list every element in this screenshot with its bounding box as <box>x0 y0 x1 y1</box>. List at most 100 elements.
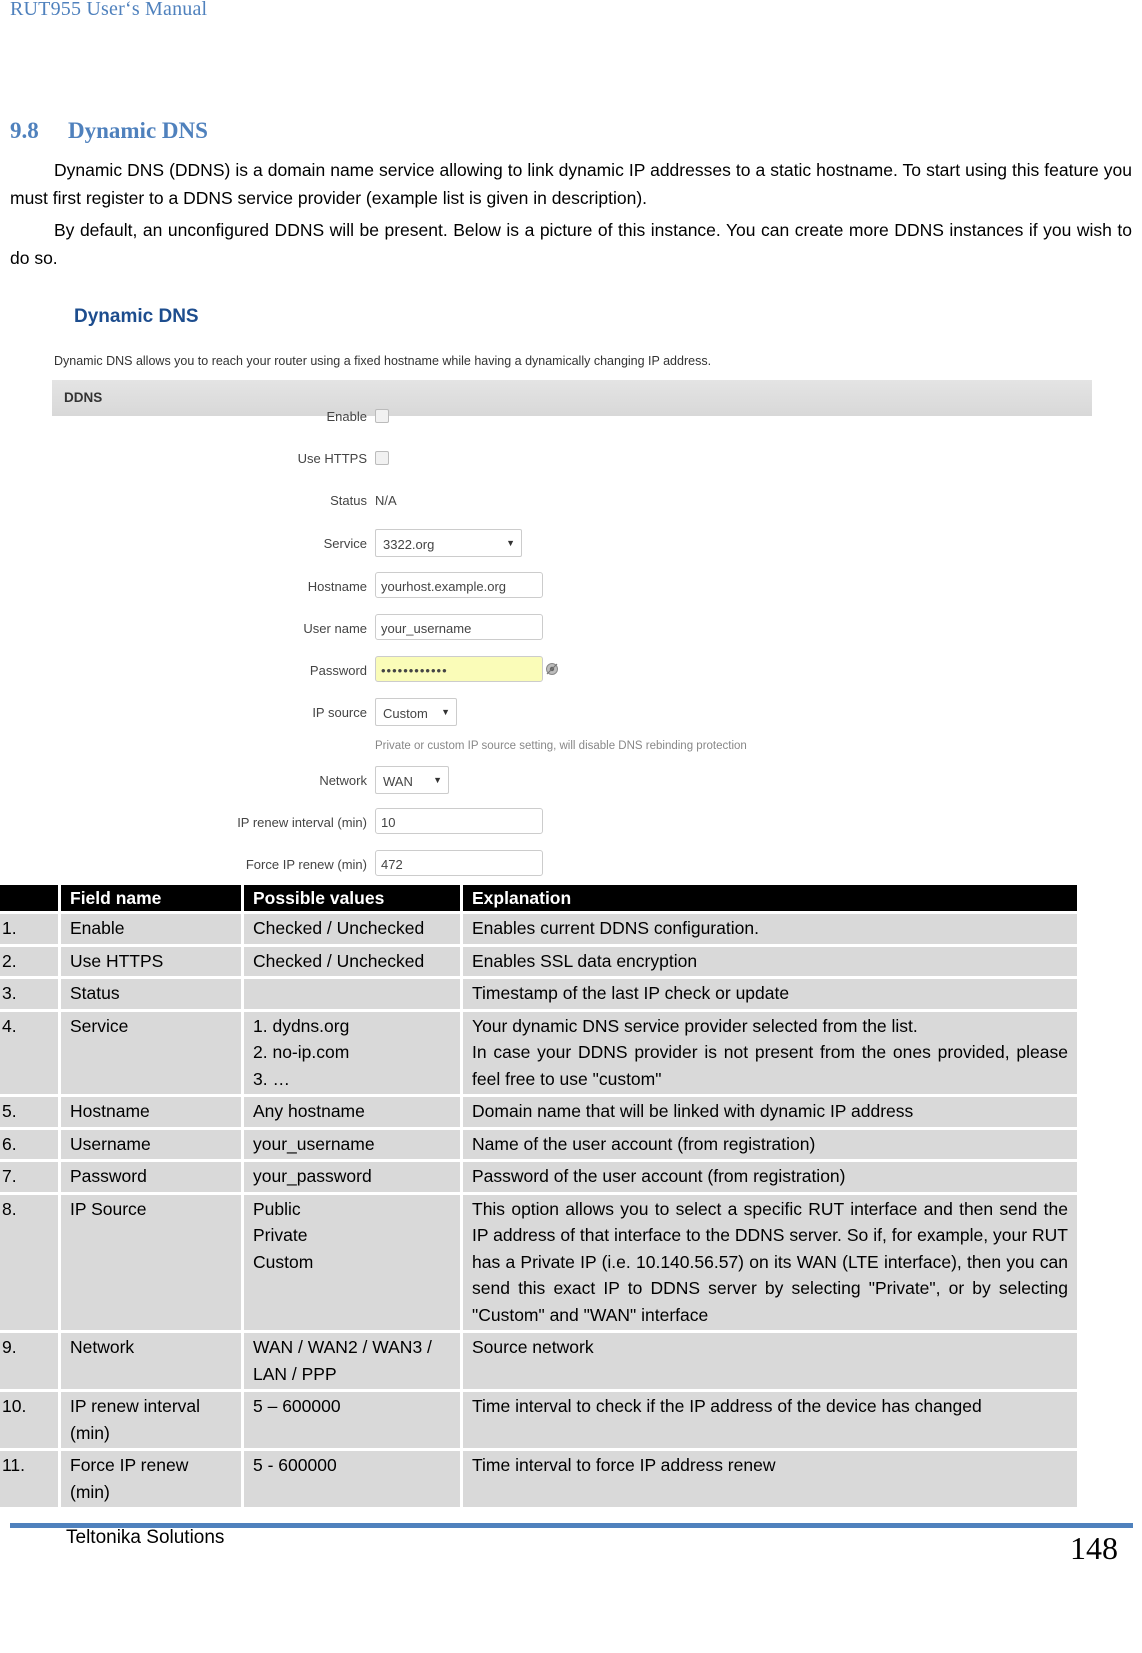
username-label: User name <box>303 621 367 636</box>
section-title: Dynamic DNS <box>68 118 208 143</box>
header-number <box>0 885 58 911</box>
hostname-row: Hostname yourhost.example.org <box>50 572 1095 602</box>
row-number: 4. <box>0 1011 58 1094</box>
header-explanation: Explanation <box>463 885 1077 911</box>
ddns-settings-screenshot: Dynamic DNS Dynamic DNS allows you to re… <box>50 292 1095 882</box>
header-possible-values: Possible values <box>244 885 460 911</box>
hostname-input[interactable]: yourhost.example.org <box>375 572 543 598</box>
row-field-name: Hostname <box>61 1097 241 1127</box>
username-input[interactable]: your_username <box>375 614 543 640</box>
hostname-label: Hostname <box>307 579 367 594</box>
enable-label: Enable <box>326 409 367 424</box>
table-row: 3. Status Timestamp of the last IP check o… <box>0 979 1077 1009</box>
force-ip-renew-label: Force IP renew (min) <box>245 857 367 872</box>
row-explanation: Your dynamic DNS service provider select… <box>463 1011 1077 1094</box>
status-label: Status <box>330 493 367 508</box>
table-row: 1. Enable Checked / Unchecked Enables curre… <box>0 914 1077 944</box>
footer-company: Teltonika Solutions <box>66 1527 225 1548</box>
intro-paragraph-text: Dynamic DNS (DDNS) is a domain name serv… <box>10 160 1132 208</box>
row-explanation: Time interval to force IP address renew <box>463 1451 1077 1507</box>
row-field-name: IP Source <box>61 1194 241 1330</box>
service-value: 3322.org <box>383 537 435 552</box>
password-label: Password <box>309 663 367 678</box>
service-label: Service <box>323 536 367 551</box>
row-number: 7. <box>0 1162 58 1192</box>
ip-source-row: IP source Custom ▼ <box>50 698 1095 728</box>
row-number: 5. <box>0 1097 58 1127</box>
eye-icon[interactable] <box>545 662 559 676</box>
running-header: RUT955 User‘s Manual <box>10 0 208 20</box>
ip-source-hint: Private or custom IP source setting, wil… <box>375 740 747 752</box>
use-https-label: Use HTTPS <box>297 451 367 466</box>
screenshot-description: Dynamic DNS allows you to reach your rou… <box>54 354 712 368</box>
table-row: 9. Network WAN / WAN2 / WAN3 / LAN / PPP So… <box>0 1333 1077 1389</box>
ip-renew-interval-input[interactable]: 10 <box>375 808 543 834</box>
header-field-name: Field name <box>61 885 241 911</box>
row-field-name: IP renew interval (min) <box>61 1392 241 1448</box>
row-possible-values: 1. dydns.org 2. no-ip.com 3. … <box>244 1011 460 1094</box>
service-select[interactable]: 3322.org ▼ <box>375 529 522 557</box>
row-field-name: Status <box>61 979 241 1009</box>
table-row: 2. Use HTTPS Checked / Unchecked Enables SS… <box>0 946 1077 976</box>
ip-source-select[interactable]: Custom ▼ <box>375 698 457 726</box>
force-ip-renew-row: Force IP renew (min) 472 <box>50 850 1095 880</box>
row-possible-values: 5 – 600000 <box>244 1392 460 1448</box>
force-ip-renew-input[interactable]: 472 <box>375 850 543 876</box>
table-row: 10. IP renew interval (min) 5 – 600000 Time… <box>0 1392 1077 1448</box>
row-number: 9. <box>0 1333 58 1389</box>
row-number: 10. <box>0 1392 58 1448</box>
password-row: Password •••••••••••• <box>50 656 1095 686</box>
default-instance-paragraph-text: By default, an unconfigured DDNS will be… <box>10 220 1132 268</box>
row-field-name: Username <box>61 1129 241 1159</box>
default-instance-paragraph: By default, an unconfigured DDNS will be… <box>10 216 1132 272</box>
row-possible-values: Any hostname <box>244 1097 460 1127</box>
service-row: Service 3322.org ▼ <box>50 529 1095 559</box>
network-row: Network WAN ▼ <box>50 766 1095 796</box>
row-possible-values: Public Private Custom <box>244 1194 460 1330</box>
ip-renew-interval-label: IP renew interval (min) <box>237 815 367 830</box>
row-field-name: Network <box>61 1333 241 1389</box>
username-row: User name your_username <box>50 614 1095 644</box>
status-value: N/A <box>375 493 397 508</box>
table-row: 11. Force IP renew (min) 5 - 600000 Time in… <box>0 1451 1077 1507</box>
section-number: 9.8 <box>10 118 39 143</box>
row-explanation: Domain name that will be linked with dyn… <box>463 1097 1077 1127</box>
row-explanation: Time interval to check if the IP address… <box>463 1392 1077 1448</box>
ddns-parameters-table: Field name Possible values Explanation 1… <box>0 882 1080 1510</box>
table-row: 6. Username your_username Name of the user … <box>0 1129 1077 1159</box>
row-explanation: Name of the user account (from registrat… <box>463 1129 1077 1159</box>
row-number: 2. <box>0 946 58 976</box>
table-row: 4. Service 1. dydns.org 2. no-ip.com 3. … Y… <box>0 1011 1077 1094</box>
enable-checkbox[interactable] <box>375 409 389 423</box>
row-explanation: This option allows you to select a speci… <box>463 1194 1077 1330</box>
ip-source-value: Custom <box>383 706 428 721</box>
row-explanation: Timestamp of the last IP check or update <box>463 979 1077 1009</box>
row-number: 11. <box>0 1451 58 1507</box>
table-row: 5. Hostname Any hostname Domain name that w… <box>0 1097 1077 1127</box>
row-possible-values: Checked / Unchecked <box>244 946 460 976</box>
row-field-name: Use HTTPS <box>61 946 241 976</box>
row-number: 1. <box>0 914 58 944</box>
row-number: 6. <box>0 1129 58 1159</box>
chevron-down-icon: ▼ <box>506 538 515 548</box>
screenshot-title: Dynamic DNS <box>74 306 199 327</box>
status-row: Status N/A <box>50 486 1095 516</box>
use-https-row: Use HTTPS <box>50 444 1095 474</box>
section-heading: 9.8 Dynamic DNS <box>10 118 208 144</box>
row-number: 8. <box>0 1194 58 1330</box>
password-input[interactable]: •••••••••••• <box>375 656 543 682</box>
row-explanation: Password of the user account (from regis… <box>463 1162 1077 1192</box>
row-possible-values: your_username <box>244 1129 460 1159</box>
chevron-down-icon: ▼ <box>441 707 450 717</box>
intro-paragraph: Dynamic DNS (DDNS) is a domain name serv… <box>10 156 1132 212</box>
use-https-checkbox[interactable] <box>375 451 389 465</box>
row-explanation: Enables current DDNS configuration. <box>463 914 1077 944</box>
row-field-name: Password <box>61 1162 241 1192</box>
ip-source-label: IP source <box>312 705 367 720</box>
password-control: •••••••••••• <box>375 656 575 686</box>
table-row: 8. IP Source Public Private Custom This opt… <box>0 1194 1077 1330</box>
network-select[interactable]: WAN ▼ <box>375 766 449 794</box>
chevron-down-icon: ▼ <box>433 775 442 785</box>
row-possible-values: Checked / Unchecked <box>244 914 460 944</box>
row-field-name: Enable <box>61 914 241 944</box>
